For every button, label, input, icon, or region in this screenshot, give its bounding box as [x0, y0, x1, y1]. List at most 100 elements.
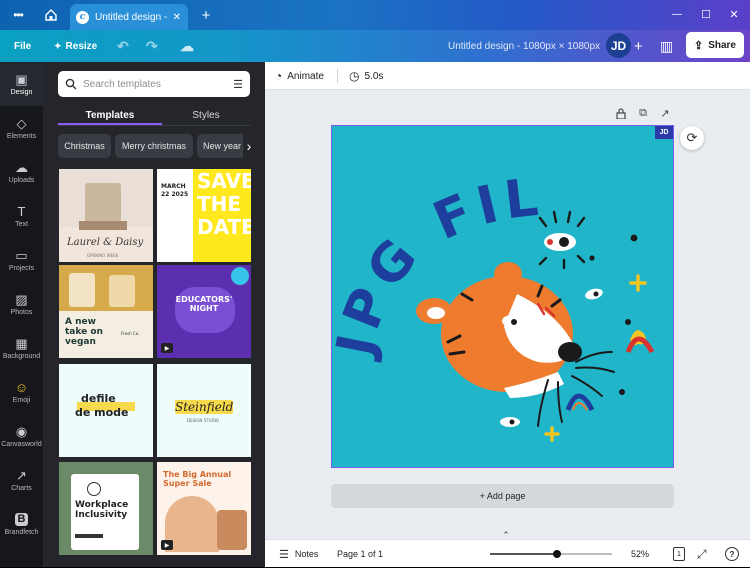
- rail-item-uploads[interactable]: ☁ Uploads: [0, 150, 43, 194]
- zoom-slider[interactable]: [490, 550, 612, 558]
- redo-icon[interactable]: ↷: [146, 30, 158, 62]
- pages-icon[interactable]: 1: [673, 547, 685, 561]
- rail-item-background[interactable]: ▦ Background: [0, 326, 43, 370]
- chip-next-icon[interactable]: ›: [243, 134, 255, 158]
- close-tab-icon[interactable]: ✕: [173, 12, 181, 23]
- chip-merry-christmas[interactable]: Merry christmas: [115, 134, 193, 158]
- minimize-icon[interactable]: —: [666, 6, 688, 22]
- fullscreen-icon[interactable]: ⤢: [697, 540, 707, 568]
- cloud-save-icon[interactable]: ☁: [180, 30, 194, 62]
- notes-button[interactable]: ☰ Notes: [279, 540, 318, 568]
- rail-label: Text: [15, 220, 28, 228]
- search-input[interactable]: [83, 78, 228, 90]
- divider: [337, 69, 338, 83]
- refresh-icon[interactable]: ⟳: [680, 126, 704, 150]
- rail-label: Design: [10, 88, 33, 96]
- insights-chart-icon[interactable]: ▥: [660, 30, 673, 62]
- crown-icon: ✦: [54, 40, 62, 51]
- close-window-icon[interactable]: ✕: [723, 6, 745, 22]
- brandfetch-icon: B: [14, 512, 29, 526]
- add-collaborator-icon[interactable]: +: [634, 30, 643, 62]
- left-rail: ▣ Design ◇ Elements ☁ Uploads T Text ▭ Projec…: [0, 62, 43, 567]
- share-icon: ⇪: [693, 39, 704, 52]
- video-badge-icon: ▶: [161, 343, 173, 353]
- rail-label: Uploads: [8, 176, 35, 184]
- rail-label: Photos: [10, 308, 33, 316]
- document-title[interactable]: Untitled design - 1080px × 1080px: [448, 30, 600, 62]
- share-button[interactable]: ⇪ Share: [686, 32, 744, 58]
- jpg-file-artwork: JPG FILE: [332, 126, 655, 442]
- rail-item-canvasworld[interactable]: ◉ Canvasworld: [0, 414, 43, 458]
- rail-item-photos[interactable]: ▨ Photos: [0, 282, 43, 326]
- search-box: ☰: [58, 71, 250, 97]
- canvasworld-icon: ◉: [15, 423, 28, 439]
- folder-icon: ▭: [15, 247, 28, 263]
- template-text: Steinfield: [175, 400, 234, 414]
- template-text: A new take on vegan: [65, 317, 103, 347]
- more-dots-icon[interactable]: •••: [8, 6, 28, 24]
- avatar[interactable]: JD: [606, 33, 631, 58]
- add-page-icon[interactable]: ↗: [658, 106, 672, 120]
- template-text: The Big Annual Super Sale: [163, 470, 232, 488]
- rail-label: Projects: [8, 264, 35, 272]
- text-icon: T: [17, 203, 26, 219]
- template-text: MARCH 22 2025: [161, 183, 189, 198]
- rail-item-emoji[interactable]: ☺ Emoji: [0, 370, 43, 414]
- template-thumb[interactable]: SAVE THE DATE MARCH 22 2025: [157, 169, 251, 262]
- file-menu[interactable]: File: [14, 30, 31, 62]
- animate-icon: ◔: [275, 69, 283, 83]
- rail-item-projects[interactable]: ▭ Projects: [0, 238, 43, 282]
- zoom-level[interactable]: 52%: [631, 540, 649, 568]
- notes-icon: ☰: [279, 548, 289, 561]
- browser-tab[interactable]: c Untitled design - 1... ✕: [70, 4, 188, 30]
- lock-icon[interactable]: [614, 106, 628, 120]
- template-thumb[interactable]: Steinfield DESIGN STUDIO: [157, 364, 251, 457]
- chip-christmas[interactable]: Christmas: [58, 134, 111, 158]
- rail-item-charts[interactable]: ↗ Charts: [0, 458, 43, 502]
- rail-label: Charts: [11, 484, 32, 492]
- active-tab-indicator: [58, 123, 162, 125]
- template-thumb[interactable]: Workplace Inclusivity: [59, 462, 153, 555]
- rail-item-design[interactable]: ▣ Design: [0, 62, 43, 106]
- animate-button[interactable]: ◔ Animate: [275, 62, 324, 90]
- zoom-slider-handle[interactable]: [553, 550, 562, 558]
- title-bar: ••• c Untitled design - 1... ✕ + — ☐ ✕: [0, 0, 750, 30]
- rail-item-text[interactable]: T Text: [0, 194, 43, 238]
- duplicate-page-icon[interactable]: ⧉: [636, 106, 650, 120]
- template-thumb[interactable]: A new take on vegan Fresh Co.: [59, 265, 153, 358]
- home-icon[interactable]: [42, 6, 60, 24]
- undo-icon[interactable]: ↶: [117, 30, 129, 62]
- tab-templates[interactable]: Templates: [58, 106, 162, 124]
- resize-label: Resize: [65, 40, 98, 52]
- charts-icon: ↗: [16, 467, 27, 483]
- template-text: SAVE: [197, 169, 251, 193]
- template-thumb[interactable]: Laurel & Daisy OPENING WEEK: [59, 169, 153, 262]
- tab-styles[interactable]: Styles: [162, 106, 250, 124]
- template-text: EDUCATORS' NIGHT: [175, 295, 233, 313]
- new-tab-icon[interactable]: +: [198, 6, 214, 24]
- rail-label: Canvasworld: [1, 440, 42, 448]
- context-toolbar: ◔ Animate ◷ 5.0s: [265, 62, 750, 90]
- filter-icon[interactable]: ☰: [233, 78, 243, 91]
- rail-item-brandfetch[interactable]: B Brandfetch: [0, 502, 43, 546]
- maximize-icon[interactable]: ☐: [695, 6, 717, 22]
- template-text: Workplace Inclusivity: [75, 500, 129, 520]
- template-thumb[interactable]: EDUCATORS' NIGHT ▶: [157, 265, 251, 358]
- rail-item-elements[interactable]: ◇ Elements: [0, 106, 43, 150]
- search-icon: [65, 78, 77, 90]
- add-page-button[interactable]: + Add page: [331, 484, 674, 508]
- template-text: THE: [197, 192, 242, 216]
- share-label: Share: [708, 39, 736, 51]
- uploads-icon: ☁: [15, 159, 28, 175]
- template-thumb[interactable]: The Big Annual Super Sale ▶: [157, 462, 251, 555]
- template-thumb[interactable]: defile de mode: [59, 364, 153, 457]
- editor-toolbar: File ✦ Resize ↶ ↷ ☁ Untitled design - 10…: [0, 30, 750, 62]
- rail-label: Emoji: [12, 396, 31, 404]
- help-icon[interactable]: ?: [725, 547, 739, 561]
- template-text: de mode: [75, 406, 129, 419]
- template-text: DATE: [197, 215, 251, 239]
- template-text: OPENING WEEK: [87, 253, 119, 258]
- resize-button[interactable]: ✦ Resize: [54, 30, 97, 62]
- duration-button[interactable]: ◷ 5.0s: [349, 62, 383, 90]
- design-canvas[interactable]: JD JPG FILE: [331, 125, 674, 468]
